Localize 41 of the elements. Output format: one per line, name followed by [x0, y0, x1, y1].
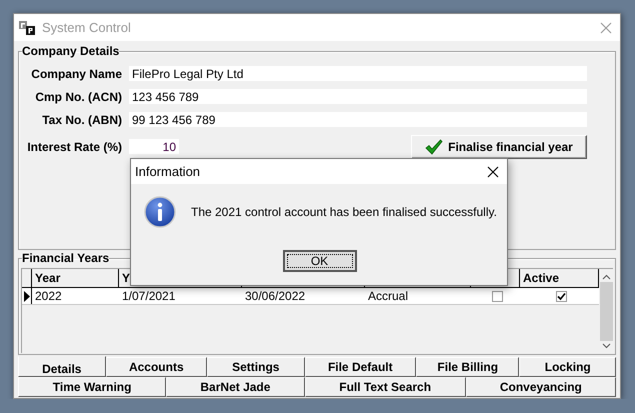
tab[interactable]: Settings — [207, 357, 305, 377]
check-icon — [425, 138, 444, 154]
table-row[interactable]: 2022 1/07/2021 30/06/2022 Accrual — [22, 288, 599, 305]
input-field[interactable]: FilePro Legal Pty Ltd — [129, 66, 587, 81]
finalise-button[interactable]: Finalise financial year — [411, 134, 587, 158]
tab[interactable]: Details — [18, 356, 106, 377]
tab[interactable]: Accounts — [106, 357, 208, 377]
tab[interactable]: Full Text Search — [304, 377, 466, 397]
tab[interactable]: File Billing — [416, 357, 520, 377]
scroll-down-icon[interactable] — [602, 343, 610, 349]
tab[interactable]: BarNet Jade — [166, 377, 305, 397]
field-label: Cmp No. (ACN) — [34, 90, 122, 104]
close-icon[interactable] — [487, 166, 499, 178]
tab[interactable]: Time Warning — [18, 377, 166, 397]
table-cell: 2022 — [35, 289, 62, 303]
group-title: Company Details — [22, 44, 120, 58]
input-field[interactable]: 99 123 456 789 — [129, 112, 587, 127]
field-label: Tax No. (ABN) — [41, 112, 122, 126]
dialog-title: Information — [135, 164, 202, 179]
column-header[interactable]: Y — [122, 271, 130, 285]
input-field[interactable]: 10 — [129, 139, 179, 154]
field-label: Company Name — [30, 66, 122, 80]
column-header[interactable]: Year — [35, 271, 60, 285]
dialog-message: The 2021 control account has been finalised successfully. — [191, 205, 497, 219]
tab[interactable]: Locking — [519, 357, 616, 377]
tab[interactable]: Conveyancing — [466, 377, 616, 397]
window-title: System Control — [42, 20, 132, 35]
checkbox[interactable] — [556, 290, 566, 302]
table-cell: 1/07/2021 — [122, 289, 176, 303]
checkbox[interactable] — [492, 290, 502, 302]
app-logo-icon — [19, 20, 35, 34]
table-cell: 30/06/2022 — [245, 289, 306, 303]
table-cell: Accrual — [368, 289, 408, 303]
field-label: Interest Rate (%) — [26, 140, 122, 154]
input-field[interactable]: 123 456 789 — [129, 89, 587, 104]
tab[interactable]: File Default — [304, 357, 416, 377]
ok-button[interactable]: OK — [282, 250, 356, 272]
group-title: Financial Years — [22, 251, 110, 265]
column-header[interactable]: Active — [523, 271, 560, 285]
scroll-up-icon[interactable] — [602, 274, 610, 280]
info-icon — [144, 196, 176, 228]
